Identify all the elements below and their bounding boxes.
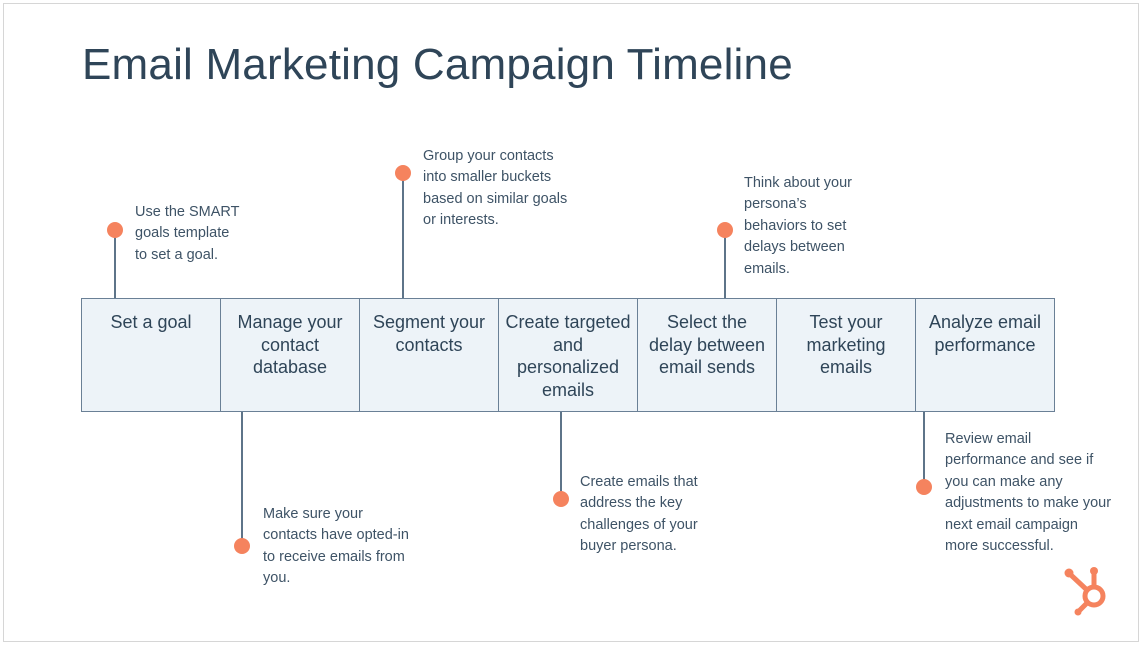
step-test-emails: Test your marketing emails	[777, 299, 916, 411]
note-analyze: Review email performance and see if you …	[945, 431, 1112, 555]
step-create-emails: Create targeted and personalized emails	[499, 299, 638, 411]
step-select-delay: Select the delay between email sends	[638, 299, 777, 411]
timeline-steps: Set a goal Manage your contact database …	[81, 298, 1055, 412]
marker-goal	[107, 222, 123, 238]
step-manage-database: Manage your contact database	[221, 299, 360, 411]
marker-database	[234, 538, 250, 554]
marker-delay	[717, 222, 733, 238]
connector-database	[241, 412, 243, 546]
step-set-goal: Set a goal	[82, 299, 221, 411]
connector-targeted	[560, 412, 562, 499]
connector-analyze	[923, 412, 925, 487]
note-segment: Group your contacts into smaller buckets…	[423, 148, 568, 229]
marker-targeted	[553, 491, 569, 507]
step-analyze-performance: Analyze email performance	[928, 312, 1042, 355]
note-delay: Think about your persona’s behaviors to …	[744, 175, 853, 277]
hubspot-sprocket-icon	[1064, 567, 1106, 616]
connector-delay	[724, 230, 726, 298]
marker-analyze	[916, 479, 932, 495]
note-goal: Use the SMART goals template to set a go…	[135, 204, 240, 263]
marker-segment	[395, 165, 411, 181]
page-title: Email Marketing Campaign Timeline	[82, 40, 793, 89]
note-targeted: Create emails that address the key chall…	[580, 474, 698, 555]
connector-goal	[114, 230, 116, 298]
connector-segment	[402, 173, 404, 298]
step-segment-contacts: Segment your contacts	[360, 299, 499, 411]
note-database: Make sure your contacts have opted-in to…	[263, 506, 409, 587]
